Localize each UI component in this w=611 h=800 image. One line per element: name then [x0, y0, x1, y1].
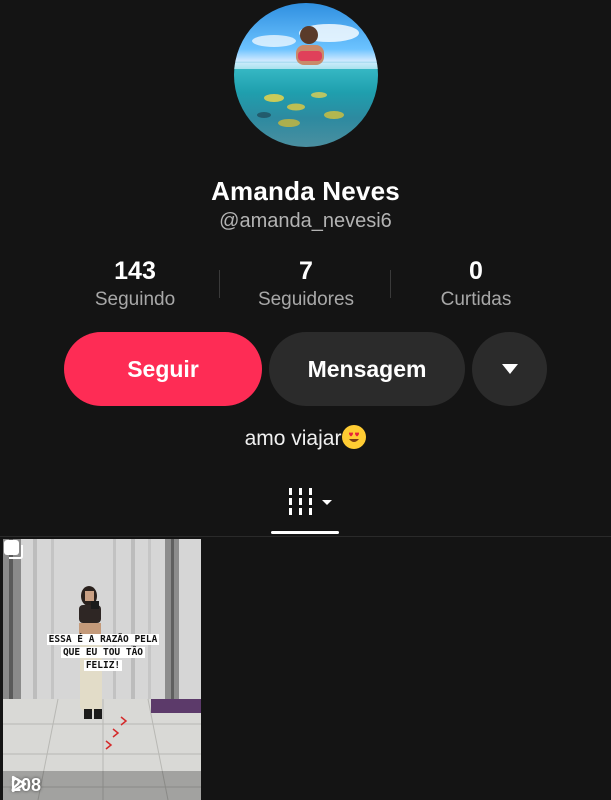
suggested-accounts-button[interactable] — [472, 332, 547, 406]
heart-eyes-emoji-icon — [342, 425, 367, 449]
stat-followers-label: Seguidores — [257, 289, 355, 310]
follow-button[interactable]: Seguir — [64, 332, 262, 406]
caption-line: QUE EU TOU TÃO — [60, 647, 146, 658]
profile-avatar[interactable] — [234, 3, 378, 147]
stat-following-value: 143 — [114, 257, 156, 285]
stat-followers-value: 7 — [299, 257, 313, 285]
active-tab-indicator — [271, 531, 339, 534]
caption-line: ESSA É A RAZÃO PELA — [46, 634, 160, 645]
stat-divider — [219, 270, 220, 298]
stat-divider — [390, 270, 391, 298]
video-views: 208 — [11, 775, 41, 796]
play-icon — [11, 775, 27, 793]
stat-following-label: Seguindo — [94, 289, 176, 310]
caption-line: FELIZ! — [83, 660, 123, 671]
profile-bio: amo viajar — [0, 425, 611, 451]
stat-likes[interactable]: 0 Curtidas — [396, 256, 556, 313]
stat-followers[interactable]: 7 Seguidores — [226, 256, 386, 313]
stat-following[interactable]: 143 Seguindo — [55, 256, 215, 313]
grid-posts-icon — [289, 488, 332, 515]
profile-name: Amanda Neves — [211, 176, 400, 206]
multiple-images-icon — [4, 540, 23, 559]
profile-handle: @amanda_nevesi6 — [219, 210, 392, 232]
message-button[interactable]: Mensagem — [269, 332, 465, 406]
stat-likes-value: 0 — [469, 257, 483, 285]
stat-likes-label: Curtidas — [440, 289, 512, 310]
bio-text: amo viajar — [244, 427, 342, 450]
tab-divider — [0, 536, 611, 537]
tab-posts-grid[interactable] — [284, 486, 344, 520]
video-thumbnail[interactable]: ESSA É A RAZÃO PELA QUE EU TOU TÃO FELIZ… — [3, 539, 201, 800]
chevron-down-icon — [501, 364, 518, 374]
profile-page: Amanda Neves @amanda_nevesi6 143 Seguind… — [0, 0, 611, 800]
video-caption: ESSA É A RAZÃO PELA QUE EU TOU TÃO FELIZ… — [17, 633, 189, 672]
